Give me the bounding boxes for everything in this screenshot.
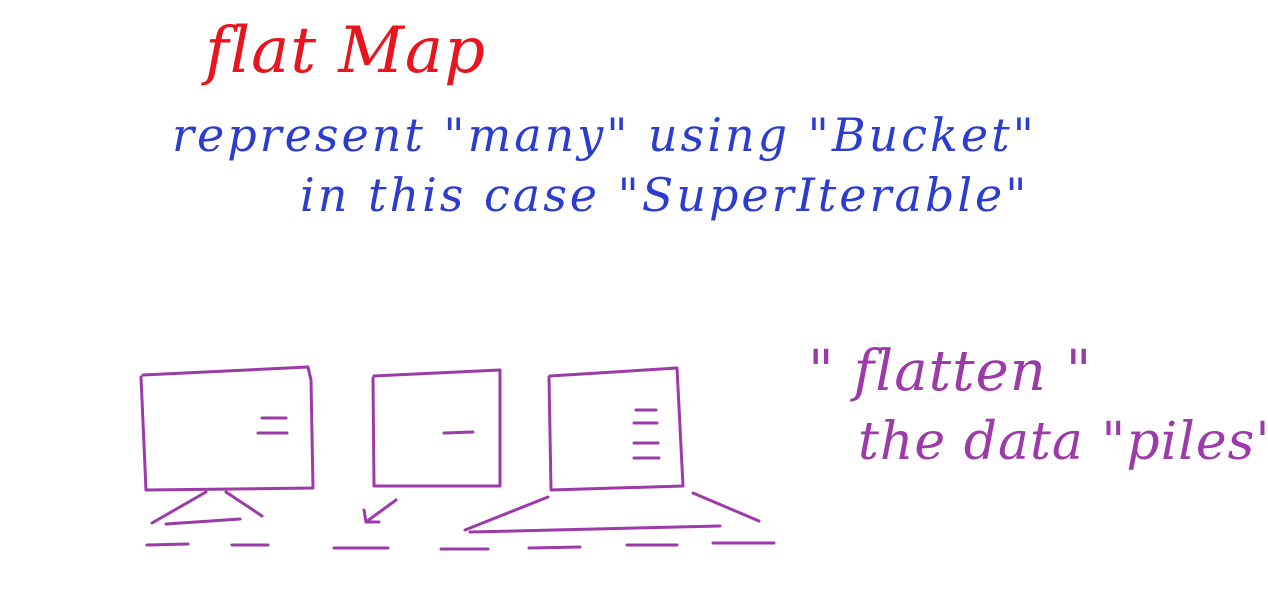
bucket-1-pour: [150, 490, 208, 525]
bucket-2: [371, 368, 502, 488]
bucket-3-pour: [468, 524, 722, 534]
bucket-2-mark: [442, 430, 475, 435]
whiteboard-canvas: flat Map represent "many" using "Bucket"…: [0, 0, 1268, 590]
pile-dash: [145, 542, 190, 547]
bucket-3-pour: [691, 491, 761, 523]
bucket-2-pour: [364, 498, 398, 524]
pile-dash: [527, 545, 582, 550]
bucket-3-pour: [463, 495, 550, 532]
bucket-1-pour: [164, 517, 242, 526]
bucket-1: [139, 365, 315, 492]
bucket-drawing-strokes: [139, 365, 776, 551]
bucket-2-arrowhead: [362, 508, 381, 524]
bucket-drawing: [139, 365, 776, 551]
bucket-1-pour: [224, 490, 264, 518]
bucket-3: [547, 366, 685, 492]
